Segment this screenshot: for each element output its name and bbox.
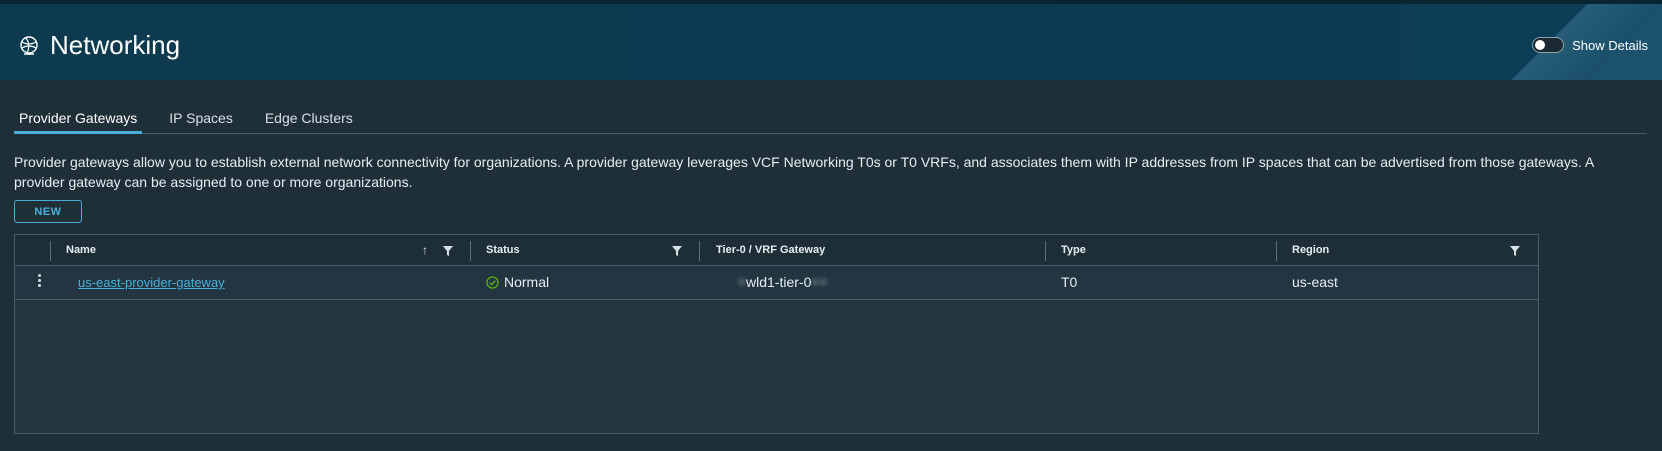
gateway-name-link[interactable]: us-east-provider-gateway: [78, 275, 225, 290]
filter-icon[interactable]: [672, 246, 682, 256]
tab-edge-clusters[interactable]: Edge Clusters: [260, 104, 358, 134]
row-actions-kebab-icon[interactable]: [35, 272, 43, 292]
column-separator: [699, 241, 700, 261]
redacted-mark: [738, 278, 746, 286]
data-grid: Name ↑ Status Tier-0 / VRF Gateway Type …: [14, 234, 1539, 434]
column-separator: [470, 241, 471, 261]
new-button[interactable]: NEW: [14, 200, 82, 223]
region-cell: us-east: [1292, 274, 1338, 290]
column-separator: [1276, 241, 1277, 261]
gateway-cell: wld1-tier-0: [738, 274, 828, 290]
redacted-mark: [819, 278, 828, 286]
tab-ip-spaces[interactable]: IP Spaces: [164, 104, 238, 134]
column-header-region[interactable]: Region: [1292, 244, 1329, 256]
redacted-mark: [811, 278, 820, 286]
show-details-label: Show Details: [1572, 37, 1648, 53]
show-details-toggle[interactable]: [1532, 37, 1565, 53]
toggle-knob: [1535, 40, 1546, 50]
page-header: Networking Show Details: [0, 0, 1662, 80]
column-separator: [50, 241, 51, 261]
filter-icon[interactable]: [443, 246, 453, 256]
status-text: Normal: [504, 274, 550, 290]
sort-up-icon[interactable]: ↑: [422, 243, 428, 257]
filter-icon[interactable]: [1510, 246, 1520, 256]
show-details-toggle-wrap: Show Details: [1532, 37, 1648, 53]
gateway-text: wld1-tier-0: [746, 274, 812, 290]
check-circle-icon: [486, 276, 499, 289]
grid-header: Name ↑ Status Tier-0 / VRF Gateway Type …: [15, 235, 1538, 266]
status-cell: Normal: [486, 274, 549, 290]
column-header-gateway[interactable]: Tier-0 / VRF Gateway: [716, 244, 825, 256]
globe-icon: [20, 35, 38, 55]
column-separator: [1045, 241, 1046, 261]
page-title: Networking: [50, 30, 181, 60]
page-description: Provider gateways allow you to establish…: [14, 154, 1594, 190]
page-title-wrap: Networking: [18, 30, 180, 61]
column-header-status[interactable]: Status: [486, 244, 520, 256]
tab-provider-gateways[interactable]: Provider Gateways: [14, 104, 143, 134]
table-row[interactable]: us-east-provider-gateway Normal wld1-tie…: [15, 266, 1538, 300]
tab-bar: Provider Gateways IP Spaces Edge Cluster…: [14, 104, 1647, 134]
column-header-name[interactable]: Name: [66, 244, 96, 256]
column-header-type[interactable]: Type: [1061, 244, 1086, 256]
type-cell: T0: [1061, 274, 1078, 290]
